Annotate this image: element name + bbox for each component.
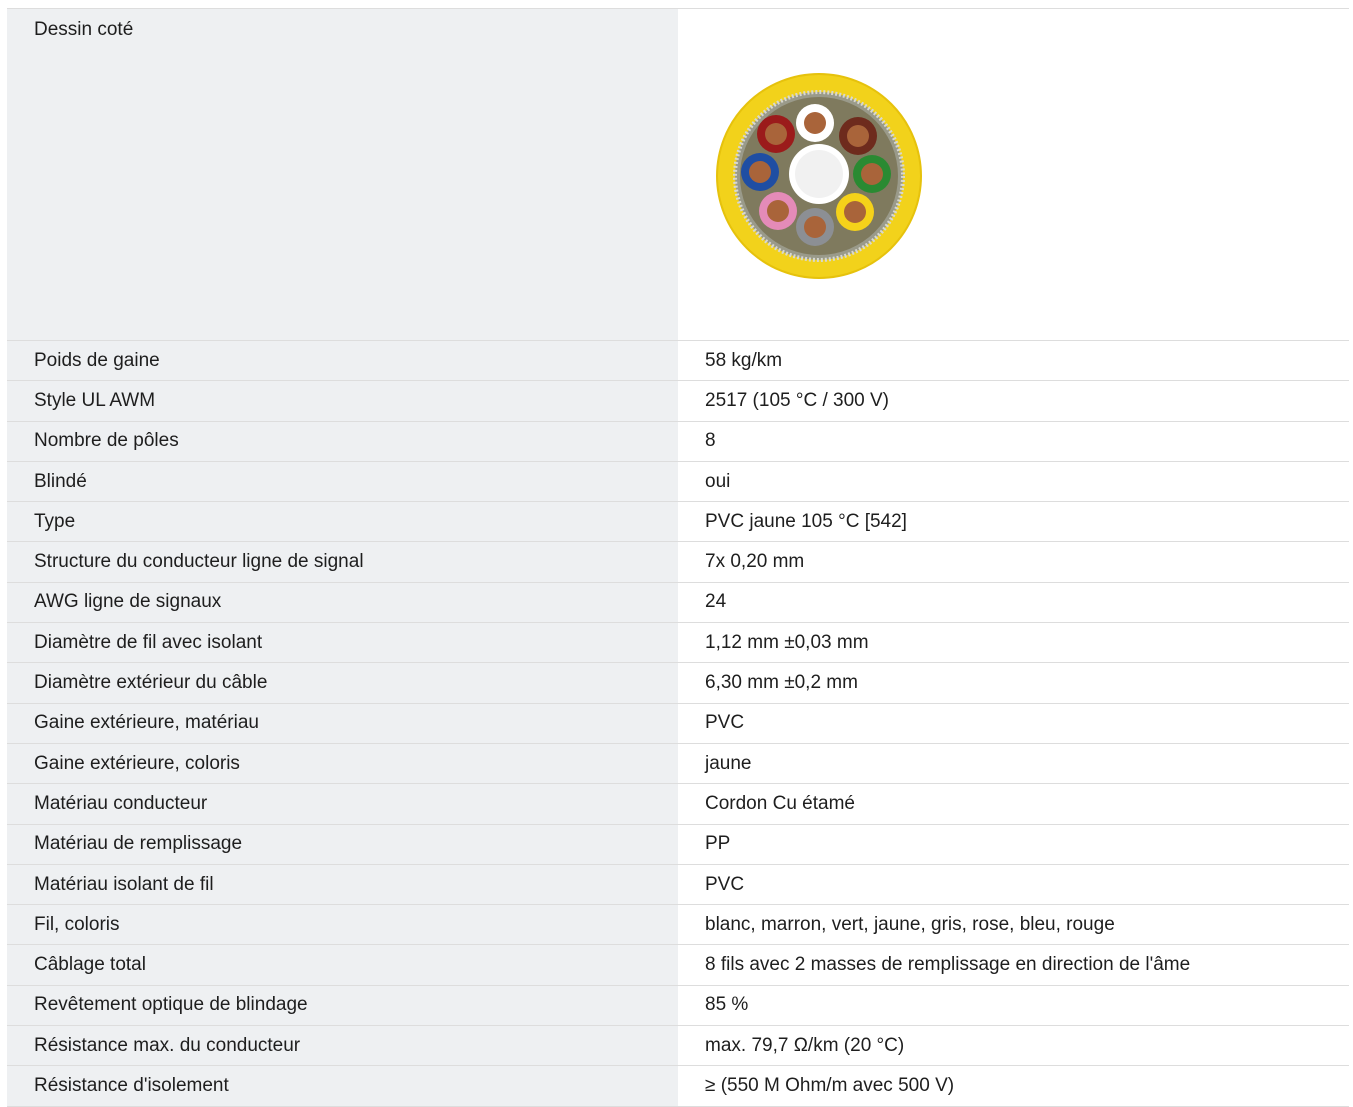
cable-cross-section-icon [716,73,922,279]
spec-label: Diamètre de fil avec isolant [7,623,678,663]
spec-value: 6,30 mm ±0,2 mm [678,663,1349,703]
spec-value-drawing [678,9,1349,340]
spec-row: Nombre de pôles 8 [7,421,1349,462]
spec-label: Dessin coté [7,9,678,340]
spec-row: Câblage total 8 fils avec 2 masses de re… [7,945,1349,986]
spec-label: Câblage total [7,945,678,985]
spec-label: Revêtement optique de blindage [7,985,678,1026]
spec-label: AWG ligne de signaux [7,582,678,623]
spec-value: Cordon Cu étamé [678,784,1349,824]
spec-value: ≥ (550 M Ohm/m avec 500 V) [678,1066,1349,1106]
spec-value: PVC jaune 105 °C [542] [678,502,1349,542]
spec-label: Fil, coloris [7,905,678,945]
spec-label: Blindé [7,461,678,502]
spec-row: Résistance max. du conducteur max. 79,7 … [7,1026,1349,1067]
spec-value: blanc, marron, vert, jaune, gris, rose, … [678,905,1349,945]
spec-row: Matériau isolant de fil PVC [7,864,1349,906]
spec-value: PVC [678,864,1349,905]
spec-label: Poids de gaine [7,341,678,381]
spec-label: Gaine extérieure, coloris [7,743,678,784]
spec-row: Revêtement optique de blindage 85 % [7,985,1349,1027]
spec-label: Résistance max. du conducteur [7,1026,678,1066]
spec-row: Gaine extérieure, matériau PVC [7,703,1349,744]
spec-label: Résistance d'isolement [7,1066,678,1106]
spec-row-drawing: Dessin coté [7,9,1349,341]
spec-row: Structure du conducteur ligne de signal … [7,542,1349,583]
spec-value: jaune [678,743,1349,784]
top-clipped-strip [0,0,1353,8]
spec-row: Gaine extérieure, coloris jaune [7,743,1349,785]
spec-row: Diamètre extérieur du câble 6,30 mm ±0,2… [7,663,1349,704]
spec-value: oui [678,461,1349,502]
spec-label: Diamètre extérieur du câble [7,663,678,703]
spec-value: PP [678,824,1349,864]
spec-label: Matériau conducteur [7,784,678,824]
spec-row: Poids de gaine 58 kg/km [7,341,1349,382]
spec-row: Blindé oui [7,461,1349,503]
spec-label: Matériau isolant de fil [7,864,678,905]
spec-value: 8 [678,421,1349,461]
spec-label: Type [7,502,678,542]
spec-value: 7x 0,20 mm [678,542,1349,582]
spec-value: PVC [678,703,1349,743]
spec-row: Diamètre de fil avec isolant 1,12 mm ±0,… [7,623,1349,664]
spec-row: AWG ligne de signaux 24 [7,582,1349,624]
spec-value: 58 kg/km [678,341,1349,381]
spec-label: Matériau de remplissage [7,824,678,864]
spec-value: 1,12 mm ±0,03 mm [678,623,1349,663]
spec-value: 24 [678,582,1349,623]
spec-row: Fil, coloris blanc, marron, vert, jaune,… [7,905,1349,946]
spec-value: 8 fils avec 2 masses de remplissage en d… [678,945,1349,985]
spec-row: Matériau conducteur Cordon Cu étamé [7,784,1349,825]
spec-value: 2517 (105 °C / 300 V) [678,381,1349,421]
spec-row: Type PVC jaune 105 °C [542] [7,502,1349,543]
spec-table: Dessin coté Poids de gaine 58 kg/km Styl… [7,8,1349,1107]
spec-value: 85 % [678,985,1349,1026]
spec-row: Style UL AWM 2517 (105 °C / 300 V) [7,381,1349,422]
spec-label: Nombre de pôles [7,421,678,461]
spec-value: max. 79,7 Ω/km (20 °C) [678,1026,1349,1066]
spec-label: Style UL AWM [7,381,678,421]
spec-label: Gaine extérieure, matériau [7,703,678,743]
spec-row: Matériau de remplissage PP [7,824,1349,865]
spec-label: Structure du conducteur ligne de signal [7,542,678,582]
